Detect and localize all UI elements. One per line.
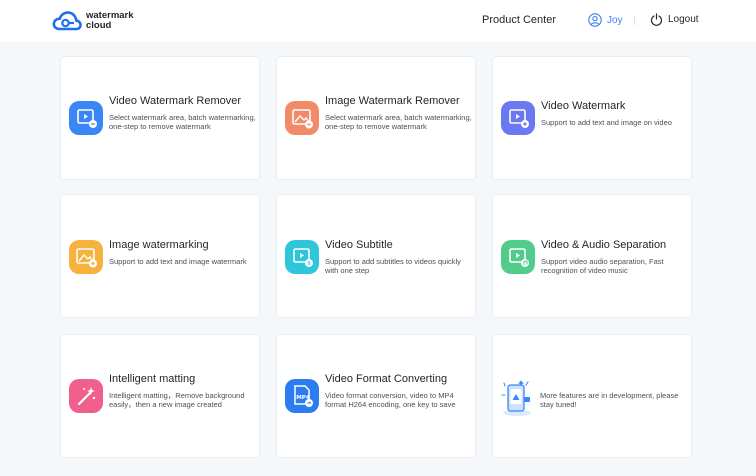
subtitle-icon	[285, 240, 319, 274]
card-video-watermark[interactable]: Video Watermark Support to add text and …	[492, 56, 692, 180]
card-title: Image watermarking	[109, 239, 209, 251]
brand-name: watermark cloud	[86, 11, 134, 31]
card-video-watermark-remover[interactable]: Video Watermark Remover Select watermark…	[60, 56, 260, 180]
top-header: watermark cloud Product Center Joy Logou…	[0, 0, 756, 42]
brand-line-2: cloud	[86, 20, 112, 31]
audio-separation-icon	[501, 240, 535, 274]
card-description: Support to add text and image on video	[541, 118, 672, 127]
image-remove-icon	[285, 101, 319, 135]
card-image-watermark-remover[interactable]: Image Watermark Remover Select watermark…	[276, 56, 476, 180]
card-title: Image Watermark Remover	[325, 95, 460, 107]
power-icon	[650, 13, 663, 26]
mp4-file-icon: MP4	[285, 379, 319, 413]
card-title: Intelligent matting	[109, 373, 196, 385]
card-description: Support video audio separation, Fast rec…	[541, 257, 664, 275]
user-menu[interactable]: Joy	[588, 13, 623, 27]
product-center-link[interactable]: Product Center	[482, 14, 556, 26]
user-icon	[588, 13, 602, 27]
card-more-features: More features are in development, please…	[492, 334, 692, 458]
nav-divider	[634, 16, 635, 25]
matting-wand-icon	[69, 379, 103, 413]
card-description: Support to add subtitles to videos quick…	[325, 257, 461, 275]
card-title: Video Watermark	[541, 100, 626, 112]
card-image-watermarking[interactable]: Image watermarking Support to add text a…	[60, 194, 260, 318]
video-watermark-icon	[501, 101, 535, 135]
logout-label: Logout	[668, 14, 699, 25]
user-name: Joy	[607, 14, 623, 26]
card-video-subtitle[interactable]: Video Subtitle Support to add subtitles …	[276, 194, 476, 318]
card-description: Intelligent matting，Remove background ea…	[109, 391, 245, 409]
card-description: Support to add text and image watermark	[109, 257, 247, 266]
phone-development-icon	[501, 380, 531, 416]
video-remove-icon	[69, 101, 103, 135]
more-features-text: More features are in development, please…	[540, 391, 679, 409]
card-description: Video format conversion, video to MP4 fo…	[325, 391, 456, 409]
logout-button[interactable]: Logout	[650, 13, 699, 26]
card-title: Video Subtitle	[325, 239, 393, 251]
card-video-audio-separation[interactable]: Video & Audio Separation Support video a…	[492, 194, 692, 318]
card-title: Video Format Converting	[325, 373, 448, 385]
card-title: Video Watermark Remover	[109, 95, 242, 107]
cloud-logo-icon	[52, 11, 82, 31]
image-watermark-icon	[69, 240, 103, 274]
card-description: Select watermark area, batch watermarkin…	[325, 113, 472, 131]
brand-logo[interactable]: watermark cloud	[52, 9, 134, 33]
card-intelligent-matting[interactable]: Intelligent matting Intelligent matting，…	[60, 334, 260, 458]
card-title: Video & Audio Separation	[541, 239, 667, 251]
card-video-format-converting[interactable]: MP4 Video Format Converting Video format…	[276, 334, 476, 458]
card-description: Select watermark area, batch watermarkin…	[109, 113, 256, 131]
